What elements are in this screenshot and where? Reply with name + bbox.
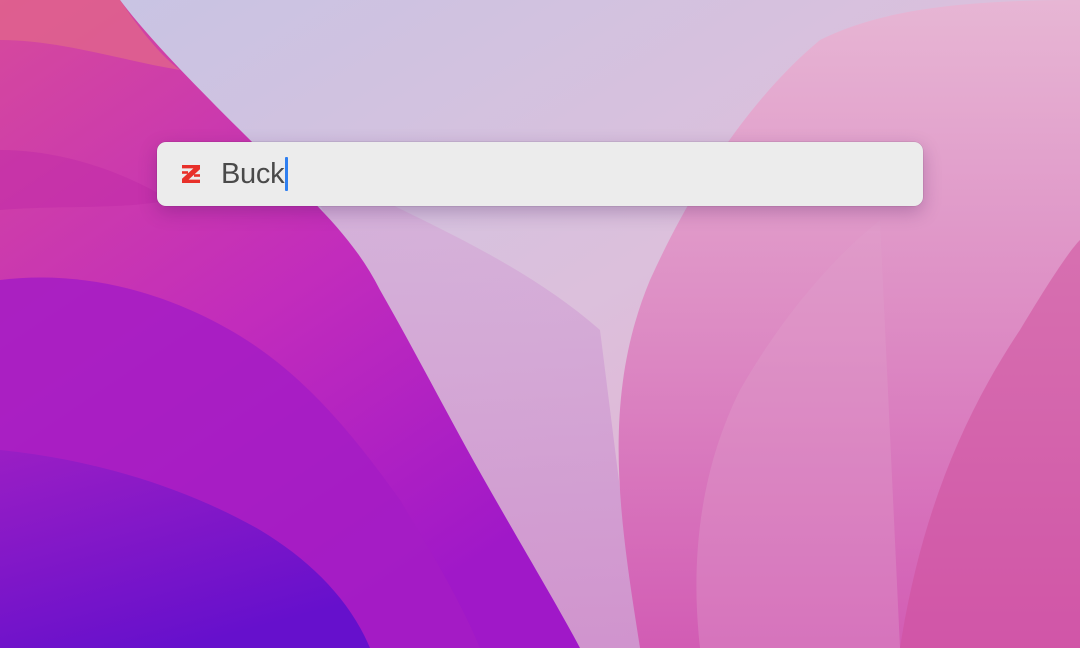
wallpaper-art — [0, 0, 1080, 648]
zotero-z-icon — [179, 162, 203, 186]
text-caret — [285, 157, 289, 191]
search-bar[interactable]: Buck — [157, 142, 923, 206]
search-input[interactable]: Buck — [221, 156, 289, 192]
desktop-wallpaper — [0, 0, 1080, 648]
search-query-text: Buck — [221, 157, 285, 190]
